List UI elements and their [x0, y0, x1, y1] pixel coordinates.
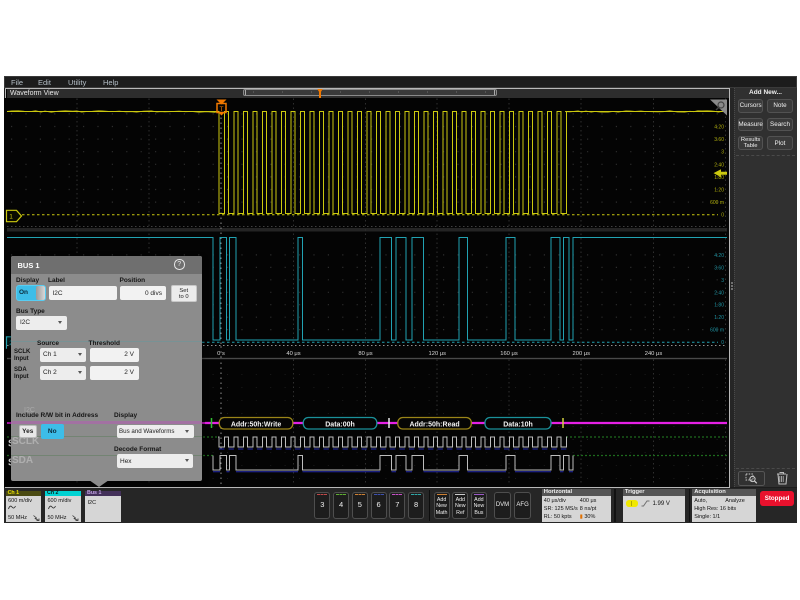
svg-text:1.20: 1.20	[714, 315, 724, 321]
svg-text:2.40: 2.40	[714, 290, 724, 296]
svg-text:3: 3	[721, 149, 724, 155]
svg-text:0 s: 0 s	[217, 351, 225, 357]
svg-text:4.20: 4.20	[714, 252, 724, 258]
svg-text:Data:10h: Data:10h	[503, 421, 533, 428]
svg-text:40 μs: 40 μs	[286, 351, 300, 357]
svg-text:4.20: 4.20	[714, 124, 724, 130]
svg-text:1.20: 1.20	[714, 187, 724, 193]
svg-text:3.60: 3.60	[714, 137, 724, 143]
svg-text:3.60: 3.60	[714, 265, 724, 271]
svg-text:3: 3	[721, 277, 724, 283]
svg-text:200 μs: 200 μs	[573, 351, 591, 357]
svg-text:600 m: 600 m	[710, 327, 724, 333]
svg-text:1: 1	[9, 213, 13, 220]
svg-text:160 μs: 160 μs	[500, 351, 518, 357]
svg-text:1.80: 1.80	[714, 174, 724, 180]
svg-text:Addr:50h:Write: Addr:50h:Write	[231, 421, 282, 428]
svg-text:1.80: 1.80	[714, 302, 724, 308]
svg-text:240 μs: 240 μs	[645, 351, 663, 357]
svg-text:Addr:50h:Read: Addr:50h:Read	[409, 421, 459, 428]
svg-text:Data:00h: Data:00h	[325, 421, 355, 428]
svg-text:120 μs: 120 μs	[429, 351, 447, 357]
svg-text:0: 0	[721, 212, 724, 218]
svg-text:80 μs: 80 μs	[358, 351, 372, 357]
svg-text:T: T	[220, 106, 224, 113]
svg-text:600 m: 600 m	[710, 200, 724, 206]
svg-text:2.40: 2.40	[714, 162, 724, 168]
